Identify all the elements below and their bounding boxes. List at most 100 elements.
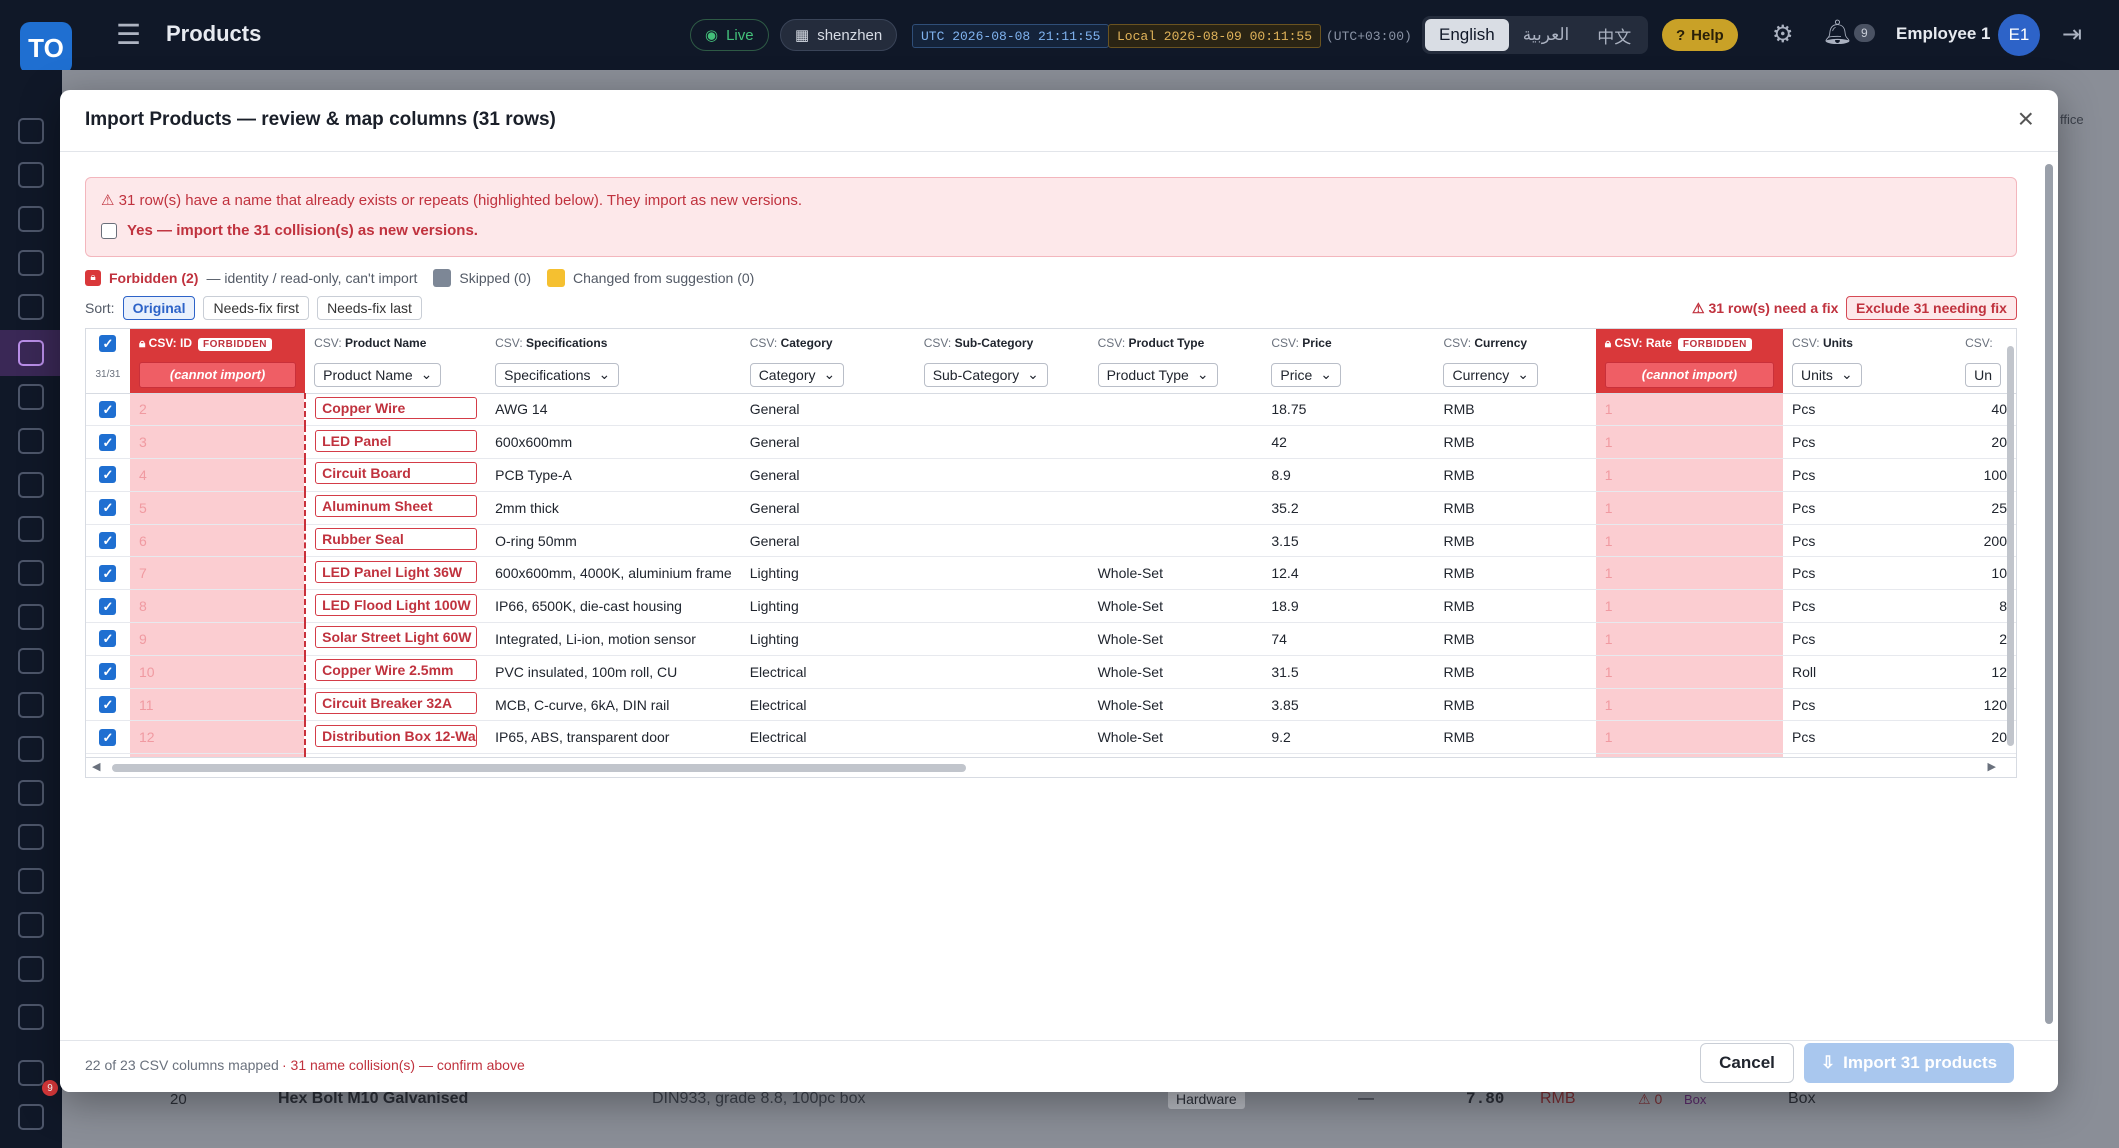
avatar[interactable]: E1 bbox=[1998, 14, 2040, 56]
logout-icon[interactable]: ⇥ bbox=[2062, 20, 2082, 49]
book-icon[interactable] bbox=[18, 780, 44, 806]
cell-spec: PCB Type-A bbox=[486, 458, 741, 492]
table-horizontal-scrollbar[interactable]: ◀ ▶ bbox=[85, 758, 2017, 778]
close-icon[interactable]: × bbox=[2018, 104, 2034, 134]
chart-icon[interactable] bbox=[18, 868, 44, 894]
map-select-next[interactable]: Un bbox=[1965, 362, 2002, 387]
scroll-thumb[interactable] bbox=[2007, 346, 2014, 746]
cell-rate: 1 bbox=[1595, 622, 1784, 656]
settings-icon[interactable] bbox=[18, 1104, 44, 1130]
products-icon[interactable] bbox=[18, 340, 44, 366]
local-clock: Local 2026-08-09 00:11:55 bbox=[1108, 24, 1322, 48]
users-icon[interactable] bbox=[18, 428, 44, 454]
row-checkbox[interactable]: ✓ bbox=[99, 696, 117, 714]
background-tab-label: ffice bbox=[2060, 112, 2084, 127]
cell-id: 3 bbox=[129, 425, 307, 460]
map-cell-units: Units ⌄ bbox=[1783, 357, 1957, 394]
map-select-product-type[interactable]: Product Type ⌄ bbox=[1097, 362, 1218, 387]
send-icon[interactable] bbox=[18, 1004, 44, 1030]
product-name-input[interactable]: Distribution Box 12-Wa bbox=[315, 724, 478, 747]
archive-icon[interactable] bbox=[18, 294, 44, 320]
scroll-left-icon[interactable]: ◀ bbox=[92, 760, 100, 773]
product-name-input[interactable]: Copper Wire bbox=[315, 396, 478, 419]
team-icon[interactable] bbox=[18, 1060, 44, 1086]
product-name-input[interactable]: Circuit Board bbox=[315, 462, 478, 485]
exclude-needing-fix-button[interactable]: Exclude 31 needing fix bbox=[1846, 296, 2017, 320]
clipboard-icon[interactable] bbox=[18, 162, 44, 188]
product-name-input[interactable]: LED Panel bbox=[315, 429, 478, 452]
lang-chinese[interactable]: 中文 bbox=[1583, 19, 1645, 51]
cell-unit: Roll bbox=[1783, 655, 1957, 689]
wallet-icon[interactable] bbox=[18, 648, 44, 674]
row-checkbox[interactable]: ✓ bbox=[99, 564, 117, 582]
dashboard-icon[interactable] bbox=[18, 118, 44, 144]
checklist-icon[interactable] bbox=[18, 250, 44, 276]
inbox-icon[interactable] bbox=[18, 956, 44, 982]
row-checkbox[interactable]: ✓ bbox=[99, 663, 117, 681]
scroll-right-icon[interactable]: ▶ bbox=[1988, 760, 1996, 773]
sort-original-button[interactable]: Original bbox=[122, 296, 196, 320]
cell-name: LED Flood Light 100W bbox=[305, 589, 487, 624]
row-checkbox[interactable]: ✓ bbox=[99, 466, 117, 484]
row-checkbox[interactable]: ✓ bbox=[99, 532, 117, 550]
scroll-thumb[interactable] bbox=[112, 764, 966, 772]
row-checkbox[interactable]: ✓ bbox=[99, 597, 117, 615]
scroll-thumb[interactable] bbox=[2045, 164, 2053, 1024]
menu-icon[interactable]: ☰ bbox=[116, 20, 144, 50]
product-name-input[interactable]: Copper Wire 2.5mm bbox=[315, 659, 478, 682]
warehouse-selector[interactable]: ▦ shenzhen bbox=[780, 19, 898, 51]
cart-icon[interactable] bbox=[18, 206, 44, 232]
row-checkbox[interactable]: ✓ bbox=[99, 728, 117, 746]
row-checkbox[interactable]: ✓ bbox=[99, 433, 117, 451]
table-vertical-scrollbar[interactable] bbox=[2004, 328, 2017, 758]
confirm-collisions[interactable]: Yes — import the 31 collision(s) as new … bbox=[101, 222, 478, 239]
map-select-currency[interactable]: Currency ⌄ bbox=[1443, 362, 1538, 387]
product-name-input[interactable]: Solar Street Light 60W bbox=[315, 626, 478, 649]
layers-icon[interactable] bbox=[18, 384, 44, 410]
sort-needs-fix-first-button[interactable]: Needs-fix first bbox=[203, 296, 310, 320]
product-name-input[interactable]: Rubber Seal bbox=[315, 528, 478, 551]
map-select-specifications[interactable]: Specifications ⌄ bbox=[495, 362, 620, 387]
user-name[interactable]: Employee 1 bbox=[1896, 24, 1991, 44]
truck-icon[interactable] bbox=[18, 560, 44, 586]
lang-english[interactable]: English bbox=[1425, 19, 1509, 51]
app-logo[interactable]: TO bbox=[20, 22, 72, 74]
help-button[interactable]: ? Help bbox=[1662, 19, 1738, 51]
map-select-price[interactable]: Price ⌄ bbox=[1271, 362, 1341, 387]
row-checkbox[interactable]: ✓ bbox=[99, 630, 117, 648]
product-name-input[interactable]: Aluminum Sheet bbox=[315, 495, 478, 518]
map-select-value: Sub-Category bbox=[932, 366, 1020, 383]
row-select-cell: ✓ bbox=[86, 655, 130, 689]
invoice-icon[interactable] bbox=[18, 604, 44, 630]
document-icon[interactable] bbox=[18, 736, 44, 762]
modal-scrollbar[interactable] bbox=[2044, 154, 2054, 1040]
import-button[interactable]: ⇩ Import 31 products bbox=[1804, 1043, 2014, 1083]
map-select-product-name[interactable]: Product Name ⌄ bbox=[314, 362, 442, 387]
cell-spec: O-ring 50mm bbox=[486, 524, 741, 558]
product-name-input[interactable]: LED Flood Light 100W bbox=[315, 593, 478, 616]
lang-arabic[interactable]: العربية bbox=[1509, 19, 1583, 51]
confirm-checkbox[interactable] bbox=[101, 222, 117, 239]
cell-type: Whole-Set bbox=[1088, 688, 1263, 722]
sort-needs-fix-last-button[interactable]: Needs-fix last bbox=[317, 296, 422, 320]
bank-icon[interactable] bbox=[18, 692, 44, 718]
cancel-button[interactable]: Cancel bbox=[1700, 1043, 1794, 1083]
map-select-category[interactable]: Category ⌄ bbox=[749, 362, 845, 387]
map-select-sub-category[interactable]: Sub-Category ⌄ bbox=[923, 362, 1048, 387]
map-select-units[interactable]: Units ⌄ bbox=[1792, 362, 1862, 387]
tag-icon[interactable] bbox=[18, 912, 44, 938]
contact-icon[interactable] bbox=[18, 472, 44, 498]
product-name-input[interactable]: LED Panel Light 36W bbox=[315, 560, 478, 583]
person-icon[interactable] bbox=[18, 516, 44, 542]
row-checkbox[interactable]: ✓ bbox=[99, 400, 117, 418]
row-checkbox[interactable]: ✓ bbox=[99, 499, 117, 517]
cell-cur: RMB bbox=[1434, 425, 1596, 460]
mapping-table-container: ✓ 🔒︎ CSV: ID FORBIDDEN CSV: Product Name … bbox=[85, 328, 2017, 758]
gear-icon[interactable]: ⚙ bbox=[1772, 20, 1794, 49]
bell-icon[interactable]: 🔔︎ bbox=[1822, 18, 1852, 47]
utc-clock: UTC 2026-08-08 21:11:55 bbox=[912, 24, 1110, 48]
product-name-input[interactable]: Circuit Breaker 32A bbox=[315, 692, 478, 715]
dollar-icon[interactable] bbox=[18, 824, 44, 850]
live-label: Live bbox=[726, 26, 754, 44]
select-all-checkbox[interactable]: ✓ bbox=[99, 334, 117, 352]
